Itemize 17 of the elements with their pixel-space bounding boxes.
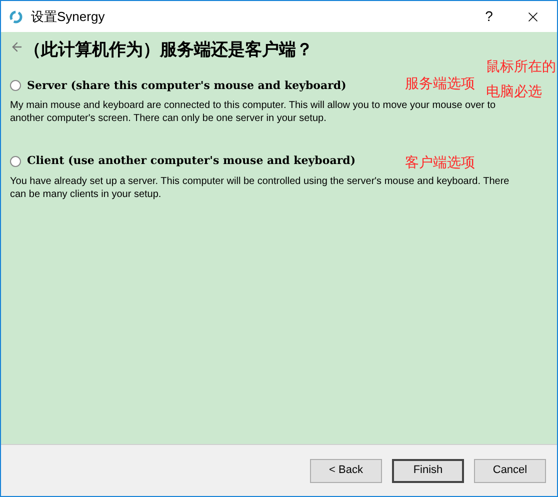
- page-heading: （此计算机作为）服务端还是客户端？: [24, 39, 313, 62]
- wizard-button[interactable]: Finish: [392, 458, 464, 482]
- wizard-button[interactable]: Cancel: [474, 458, 546, 482]
- annotation-text: 电脑必选: [486, 82, 542, 101]
- radio-button[interactable]: [10, 80, 21, 92]
- window-title: 设置Synergy: [31, 8, 105, 26]
- option-label[interactable]: Server (share this computer's mouse and keyboard): [27, 78, 346, 94]
- option-label[interactable]: Client (use another computer's mouse and keyboard): [27, 153, 356, 170]
- annotation-text: 客户端选项: [405, 153, 475, 172]
- annotation-text: 服务端选项: [405, 74, 475, 93]
- option-description: You have already set up a server. This computer will be controlled using the server's mouse and keyboard. There can be many clients in your setup.: [10, 174, 510, 200]
- wizard-button[interactable]: < Back: [310, 458, 382, 482]
- radio-button[interactable]: [10, 156, 21, 167]
- annotation-text: 鼠标所在的: [486, 57, 556, 76]
- option-description: My main mouse and keyboard are connected to this computer. This will allow you to move your mouse over to another computer's screen. There can only be one server in your setup.: [10, 99, 497, 125]
- help-button[interactable]: ?: [469, 6, 509, 27]
- app-logo-icon: [9, 10, 23, 24]
